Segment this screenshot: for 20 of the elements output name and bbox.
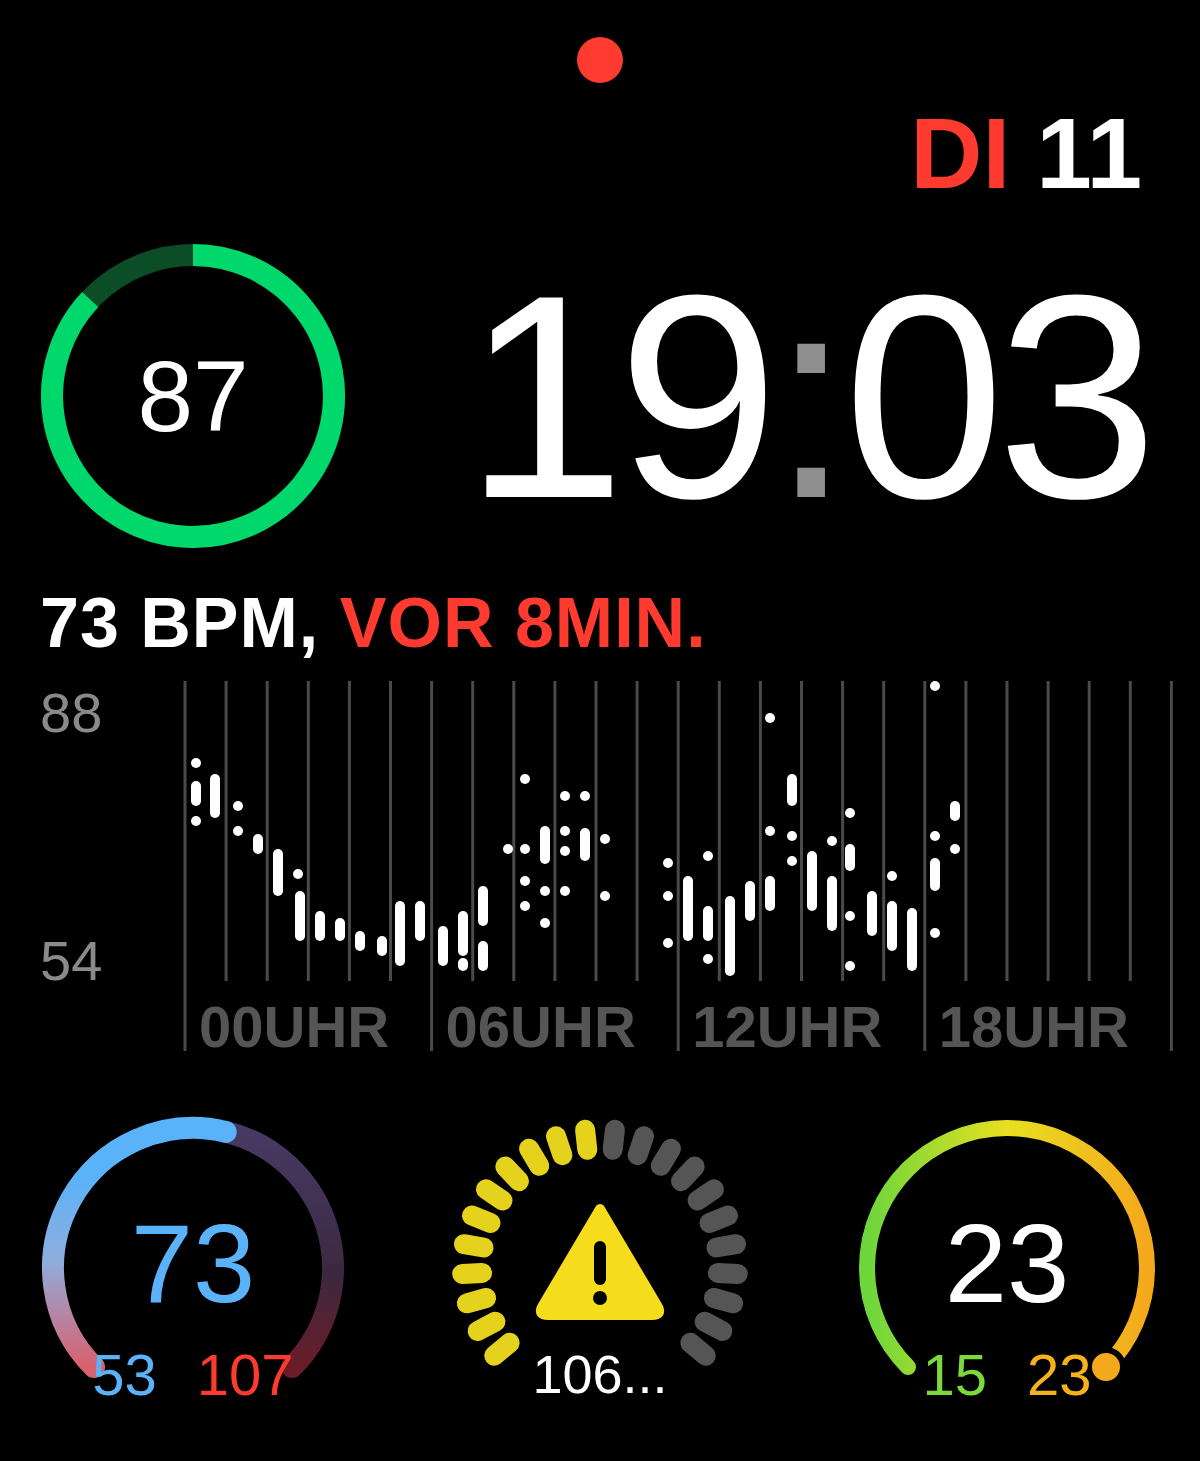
- day-number: 11: [1036, 103, 1142, 203]
- axis-label: 06UHR: [445, 994, 636, 1058]
- gauge-label: 106...: [532, 1345, 668, 1403]
- notification-dot: [577, 37, 623, 83]
- gauge-min: 15: [922, 1345, 987, 1405]
- gauge-value: 73: [130, 1208, 256, 1320]
- axis-label: 00UHR: [199, 994, 390, 1058]
- gauge-max: 23: [1027, 1345, 1092, 1405]
- gauge-min: 53: [92, 1345, 157, 1405]
- activity-value: 87: [137, 338, 249, 454]
- gauge-value: 23: [944, 1208, 1070, 1320]
- warning-icon: [535, 1204, 665, 1320]
- axis-label: 88: [40, 685, 104, 741]
- time: 19:03: [464, 251, 1150, 541]
- axis-label: 54: [40, 933, 104, 989]
- axis-label: 12UHR: [692, 994, 883, 1058]
- axis-label: 18UHR: [938, 994, 1129, 1058]
- weekday: DI: [910, 103, 1011, 203]
- heart-rate-reading: 73 BPM, VOR 8MIN.: [40, 583, 708, 663]
- gauge-max: 107: [196, 1345, 294, 1405]
